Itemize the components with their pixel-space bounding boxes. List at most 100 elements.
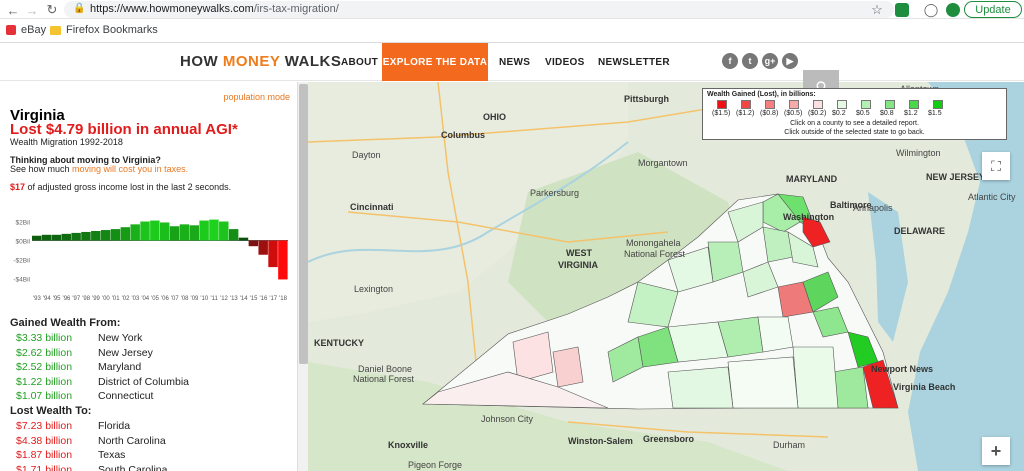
lost-row[interactable]: $4.38 billion North Carolina: [16, 435, 166, 447]
chart-x-tick: '96: [63, 296, 71, 302]
chart-bar[interactable]: [91, 231, 101, 241]
zoom-in-button[interactable]: +: [982, 437, 1010, 465]
chart-bar[interactable]: [130, 224, 140, 241]
gained-row[interactable]: $2.62 billion New Jersey: [16, 347, 153, 359]
chart-bar[interactable]: [248, 240, 259, 247]
lost-row[interactable]: $1.71 billion South Carolina: [16, 464, 167, 471]
legend-swatch: [741, 100, 751, 109]
chart-bar[interactable]: [150, 220, 160, 241]
chart-bar[interactable]: [258, 240, 268, 255]
legend-label: $0.8: [880, 110, 894, 117]
shield-icon[interactable]: [946, 3, 960, 17]
chart-bar[interactable]: [41, 234, 52, 241]
chart-x-tick: '98: [82, 296, 90, 302]
legend-label: ($1.5): [712, 110, 731, 117]
legend-label: ($0.8): [760, 110, 779, 117]
fullscreen-icon[interactable]: ⛶: [982, 152, 1010, 180]
chart-bar[interactable]: [209, 219, 219, 241]
chart-bar[interactable]: [219, 221, 229, 241]
bookmark-ebay[interactable]: eBay: [6, 24, 46, 36]
legend-label: $0.5: [856, 110, 870, 117]
profile-icon[interactable]: ◯: [922, 1, 940, 19]
chart-x-tick: '13: [230, 296, 238, 302]
nav-videos[interactable]: VIDEOS: [545, 43, 585, 81]
nav-about[interactable]: ABOUT: [341, 43, 378, 81]
chart-bar[interactable]: [169, 226, 180, 241]
tax-cost-link[interactable]: moving will cost you in taxes.: [72, 164, 188, 174]
agi-lost-ticker: $17 of adjusted gross income lost in the…: [10, 182, 232, 192]
chart-bar[interactable]: [238, 237, 249, 241]
star-icon[interactable]: ☆: [868, 1, 886, 19]
gained-row[interactable]: $3.33 billion New York: [16, 332, 142, 344]
chart-bar[interactable]: [110, 229, 121, 241]
legend-label: $0.2: [832, 110, 846, 117]
map-place-label: Atlantic City: [968, 192, 1016, 202]
map-legend: Wealth Gained (Lost), in billions: ($1.5…: [702, 88, 1007, 140]
browser-toolbar: ← → ↻ 🔒 https://www.howmoneywalks.com/ir…: [0, 0, 1024, 19]
bookmark-firefox[interactable]: Firefox Bookmarks: [50, 24, 158, 36]
map-canvas[interactable]: [308, 82, 1024, 471]
nav-newsletter[interactable]: NEWSLETTER: [598, 43, 670, 81]
chart-x-tick: '95: [53, 296, 61, 302]
chart-bar[interactable]: [61, 233, 71, 241]
nav-explore-data[interactable]: EXPLORE THE DATA: [382, 43, 488, 81]
wealth-migration-chart: $2Bil $0Bil -$2Bil -$4Bil '93'94'95'96'97'98…: [13, 219, 288, 302]
extension-icon[interactable]: [895, 3, 909, 17]
chart-bar[interactable]: [199, 220, 209, 241]
chart-x-tick: '04: [141, 296, 149, 302]
chart-bar[interactable]: [189, 225, 199, 241]
scroll-thumb[interactable]: [299, 84, 308, 364]
map-place-label: VIRGINIA: [558, 260, 599, 270]
map-place-label: Columbus: [441, 130, 485, 140]
chart-y-tick: -$2Bil: [13, 258, 30, 265]
reload-icon[interactable]: ↻: [43, 1, 61, 19]
youtube-icon[interactable]: ▶: [782, 53, 798, 69]
bookmark-label: Firefox Bookmarks: [66, 24, 158, 36]
nav-news[interactable]: NEWS: [499, 43, 530, 81]
map-place-label: MARYLAND: [786, 174, 838, 184]
legend-note: Click outside of the selected state to g…: [784, 129, 925, 136]
chart-bar[interactable]: [179, 224, 190, 241]
map-place-label: Johnson City: [481, 414, 534, 424]
chart-x-tick: '10: [200, 296, 208, 302]
address-bar[interactable]: 🔒 https://www.howmoneywalks.com/irs-tax-…: [64, 1, 894, 18]
chart-bar[interactable]: [278, 240, 288, 280]
legend-note: Click on a county to see a detailed repo…: [790, 120, 919, 127]
back-icon[interactable]: ←: [4, 1, 22, 19]
chart-bar[interactable]: [81, 231, 91, 241]
forward-icon[interactable]: →: [23, 1, 41, 19]
twitter-icon[interactable]: t: [742, 53, 758, 69]
map-place-label: Pigeon Forge: [408, 460, 463, 470]
bookmark-label: eBay: [21, 24, 47, 36]
lost-row[interactable]: $1.87 billion Texas: [16, 449, 125, 461]
chart-bar[interactable]: [268, 240, 278, 268]
chart-bar[interactable]: [160, 222, 170, 241]
site-logo[interactable]: HOW MONEY WALKS: [180, 53, 341, 70]
lost-row[interactable]: $7.23 billion Florida: [16, 420, 130, 432]
chart-bar[interactable]: [140, 221, 150, 241]
update-button[interactable]: Update: [964, 1, 1022, 18]
map-place-label: Morgantown: [638, 158, 688, 168]
chart-bar[interactable]: [32, 235, 42, 241]
population-mode-link[interactable]: population mode: [223, 92, 290, 102]
chart-x-tick: '12: [220, 296, 228, 302]
chart-bar[interactable]: [120, 227, 131, 241]
chart-bar[interactable]: [71, 232, 81, 241]
chart-bar[interactable]: [51, 234, 62, 241]
chart-x-tick: '14: [240, 296, 248, 302]
facebook-icon[interactable]: f: [722, 53, 738, 69]
gained-row[interactable]: $2.52 billion Maryland: [16, 361, 141, 373]
google-plus-icon[interactable]: g+: [762, 53, 778, 69]
chart-bar[interactable]: [100, 230, 111, 241]
map-place-label: Monongahela: [626, 238, 681, 248]
gained-row[interactable]: $1.07 billion Connecticut: [16, 390, 153, 402]
map-place-label: DELAWARE: [894, 226, 946, 236]
map-place-label: Greensboro: [643, 434, 695, 444]
panel-scrollbar[interactable]: [297, 82, 308, 471]
county-map[interactable]: Pittsburgh OHIO Columbus Dayton Cincinnati Pa…: [308, 82, 1024, 471]
legend-label: ($0.2): [808, 110, 827, 117]
chart-bar[interactable]: [228, 229, 239, 241]
gained-row[interactable]: $1.22 billion District of Columbia: [16, 376, 189, 388]
lost-place: North Carolina: [98, 434, 166, 447]
chart-x-tick: '06: [161, 296, 169, 302]
